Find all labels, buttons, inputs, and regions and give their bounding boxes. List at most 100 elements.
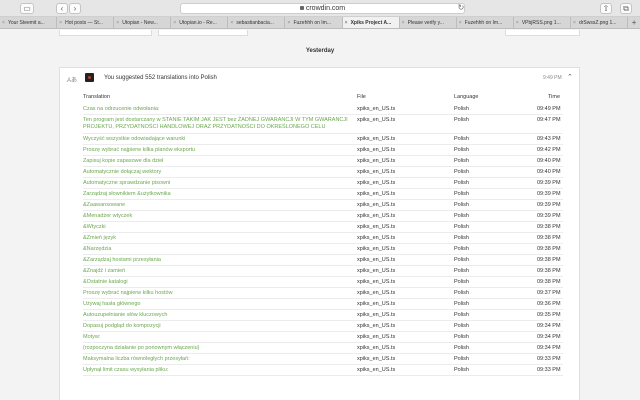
- time-cell: 09:38 PM: [537, 235, 561, 241]
- file-cell: xpiks_en_US.ts: [357, 147, 396, 153]
- table-row: (rozpoczyna działanie po ponownym włącze…: [83, 343, 563, 354]
- table-row: Automatycznie dołączaj wektory xpiks_en_U…: [83, 167, 563, 178]
- sidebar-toggle-icon[interactable]: ▭: [20, 3, 34, 14]
- translation-link[interactable]: Proszę wybrać najpierw kilka planów eksp…: [83, 147, 353, 154]
- column-translation: Translation: [83, 94, 111, 100]
- filter-box-fragment[interactable]: [158, 30, 248, 36]
- file-cell: xpiks_en_US.ts: [357, 345, 396, 351]
- translation-link[interactable]: Zapisuj kopie zapasowe dla dzieł: [83, 158, 353, 165]
- table-row: &Ostatnie katalogi xpiks_en_US.ts Polish 09…: [83, 277, 563, 288]
- tab-label: Fuzehhh on Im...: [293, 20, 331, 26]
- browser-tab[interactable]: × sebastianbacia...: [228, 17, 286, 28]
- file-cell: xpiks_en_US.ts: [357, 246, 396, 252]
- close-icon[interactable]: ×: [345, 17, 348, 28]
- day-heading: Yesterday: [305, 48, 335, 54]
- close-icon[interactable]: ×: [287, 17, 290, 28]
- browser-tab[interactable]: × VPbjRSS.png 1...: [514, 17, 571, 28]
- translation-link[interactable]: &Znajdź i zamień: [83, 268, 353, 275]
- close-icon[interactable]: ×: [459, 17, 462, 28]
- chevron-up-icon[interactable]: ⌃: [567, 73, 573, 81]
- browser-toolbar: ▭ ‹ › crowdin.com ↻ ⇧ ⧉: [0, 0, 640, 17]
- translation-link[interactable]: Wyczyść wszystkie odowiadające warunki: [83, 136, 353, 143]
- close-icon[interactable]: ×: [59, 17, 62, 28]
- browser-tab[interactable]: × Your Steemit a...: [0, 17, 58, 28]
- translations-table: Czas na odrzucenie odwołania: xpiks_en_US…: [83, 104, 563, 376]
- close-icon[interactable]: ×: [173, 17, 176, 28]
- tab-label: VPbjRSS.png 1...: [521, 20, 561, 26]
- filter-box-fragment[interactable]: [59, 30, 152, 36]
- translation-link[interactable]: Automatyczne sprawdzanie pisowni: [83, 180, 353, 187]
- browser-tab[interactable]: × Hot posts — St...: [57, 17, 115, 28]
- tab-label: Utopian.io - Re...: [179, 20, 217, 26]
- table-row: Czas na odrzucenie odwołania: xpiks_en_US…: [83, 104, 563, 115]
- time-cell: 09:34 PM: [537, 345, 561, 351]
- translation-link[interactable]: Proszę wybrać najpierw kilku hostów: [83, 290, 353, 297]
- new-tab-button[interactable]: +: [628, 17, 640, 28]
- reload-icon[interactable]: ↻: [456, 3, 466, 14]
- language-cell: Polish: [454, 268, 469, 274]
- column-time: Time: [548, 94, 561, 100]
- file-cell: xpiks_en_US.ts: [357, 290, 396, 296]
- tab-label: Your Steemit a...: [8, 20, 45, 26]
- translation-link[interactable]: Autouzupełnianie słów kluczowych: [83, 312, 353, 319]
- translation-link[interactable]: Dopasuj podgląd do kompozycji: [83, 323, 353, 330]
- table-row: Zapisuj kopie zapasowe dla dzieł xpiks_en…: [83, 156, 563, 167]
- close-icon[interactable]: ×: [2, 17, 5, 28]
- translation-link[interactable]: &Menadżer wtyczek: [83, 213, 353, 220]
- activity-summary: You suggested 552 translations into Poli…: [104, 75, 217, 81]
- forward-button[interactable]: ›: [69, 3, 81, 14]
- share-button[interactable]: ⇧: [600, 3, 612, 14]
- table-row: &Narzędzia xpiks_en_US.ts Polish 09:38 PM: [83, 244, 563, 255]
- language-cell: Polish: [454, 290, 469, 296]
- tab-strip: × Your Steemit a... × Hot posts — St... × Uto…: [0, 17, 640, 29]
- filter-box-fragment[interactable]: [505, 30, 580, 36]
- time-cell: 09:39 PM: [537, 191, 561, 197]
- time-cell: 09:39 PM: [537, 213, 561, 219]
- language-cell: Polish: [454, 117, 469, 123]
- translation-link[interactable]: &Zarządzaj hostami przesyłania: [83, 257, 353, 264]
- close-icon[interactable]: ×: [230, 17, 233, 28]
- table-row: Dopasuj podgląd do kompozycji xpiks_en_US…: [83, 321, 563, 332]
- translation-link[interactable]: Czas na odrzucenie odwołania:: [83, 106, 353, 113]
- translation-link[interactable]: Motyw:: [83, 334, 353, 341]
- translation-link[interactable]: Automatycznie dołączaj wektory: [83, 169, 353, 176]
- close-icon[interactable]: ×: [116, 17, 119, 28]
- close-icon[interactable]: ×: [573, 17, 576, 28]
- file-cell: xpiks_en_US.ts: [357, 136, 396, 142]
- time-cell: 09:43 PM: [537, 136, 561, 142]
- browser-tab[interactable]: × drSwssZ.png 1...: [571, 17, 629, 28]
- browser-tab[interactable]: × Fuzehhh on Im...: [457, 17, 514, 28]
- translation-link[interactable]: Maksymalna liczba równoległych przesyłań…: [83, 356, 353, 363]
- language-cell: Polish: [454, 136, 469, 142]
- time-cell: 09:42 PM: [537, 147, 561, 153]
- file-cell: xpiks_en_US.ts: [357, 191, 396, 197]
- tab-label: Xpiks Project A...: [350, 20, 392, 26]
- table-row: Ten program jest dostarczany w STANIE TA…: [83, 115, 563, 134]
- browser-tab[interactable]: × Utopian.io - Re...: [171, 17, 229, 28]
- translation-link[interactable]: Ten program jest dostarczany w STANIE TA…: [83, 117, 353, 131]
- translation-link[interactable]: &Zaawansowane: [83, 202, 353, 209]
- translation-link[interactable]: &Ostatnie katalogi: [83, 279, 353, 286]
- translation-link[interactable]: &Zmień język: [83, 235, 353, 242]
- time-cell: 09:33 PM: [537, 356, 561, 362]
- close-icon[interactable]: ×: [516, 17, 519, 28]
- browser-tab[interactable]: × Fuzehhh on Im...: [285, 17, 343, 28]
- file-cell: xpiks_en_US.ts: [357, 268, 396, 274]
- time-cell: 09:49 PM: [537, 106, 561, 112]
- translation-link[interactable]: &Narzędzia: [83, 246, 353, 253]
- translation-link[interactable]: (rozpoczyna działanie po ponownym włącze…: [83, 345, 353, 352]
- browser-tab[interactable]: × Xpiks Project A...: [342, 17, 400, 28]
- tab-label: sebastianbacia...: [236, 20, 274, 26]
- tabs-overview-button[interactable]: ⧉: [620, 3, 632, 14]
- translation-link[interactable]: Zarządzaj słownikiem &użytkownika: [83, 191, 353, 198]
- time-cell: 09:38 PM: [537, 268, 561, 274]
- translation-link[interactable]: Upłynął limit czasu wysyłania pliku:: [83, 367, 353, 374]
- translation-link[interactable]: &Wtyczki: [83, 224, 353, 231]
- table-row: &Menadżer wtyczek xpiks_en_US.ts Polish 09:…: [83, 211, 563, 222]
- browser-tab[interactable]: × Utopian - New...: [114, 17, 172, 28]
- translation-link[interactable]: Używaj hasła głównego: [83, 301, 353, 308]
- browser-tab[interactable]: × Please verify y...: [400, 17, 457, 28]
- close-icon[interactable]: ×: [402, 17, 405, 28]
- address-bar[interactable]: crowdin.com: [180, 3, 465, 14]
- back-button[interactable]: ‹: [56, 3, 68, 14]
